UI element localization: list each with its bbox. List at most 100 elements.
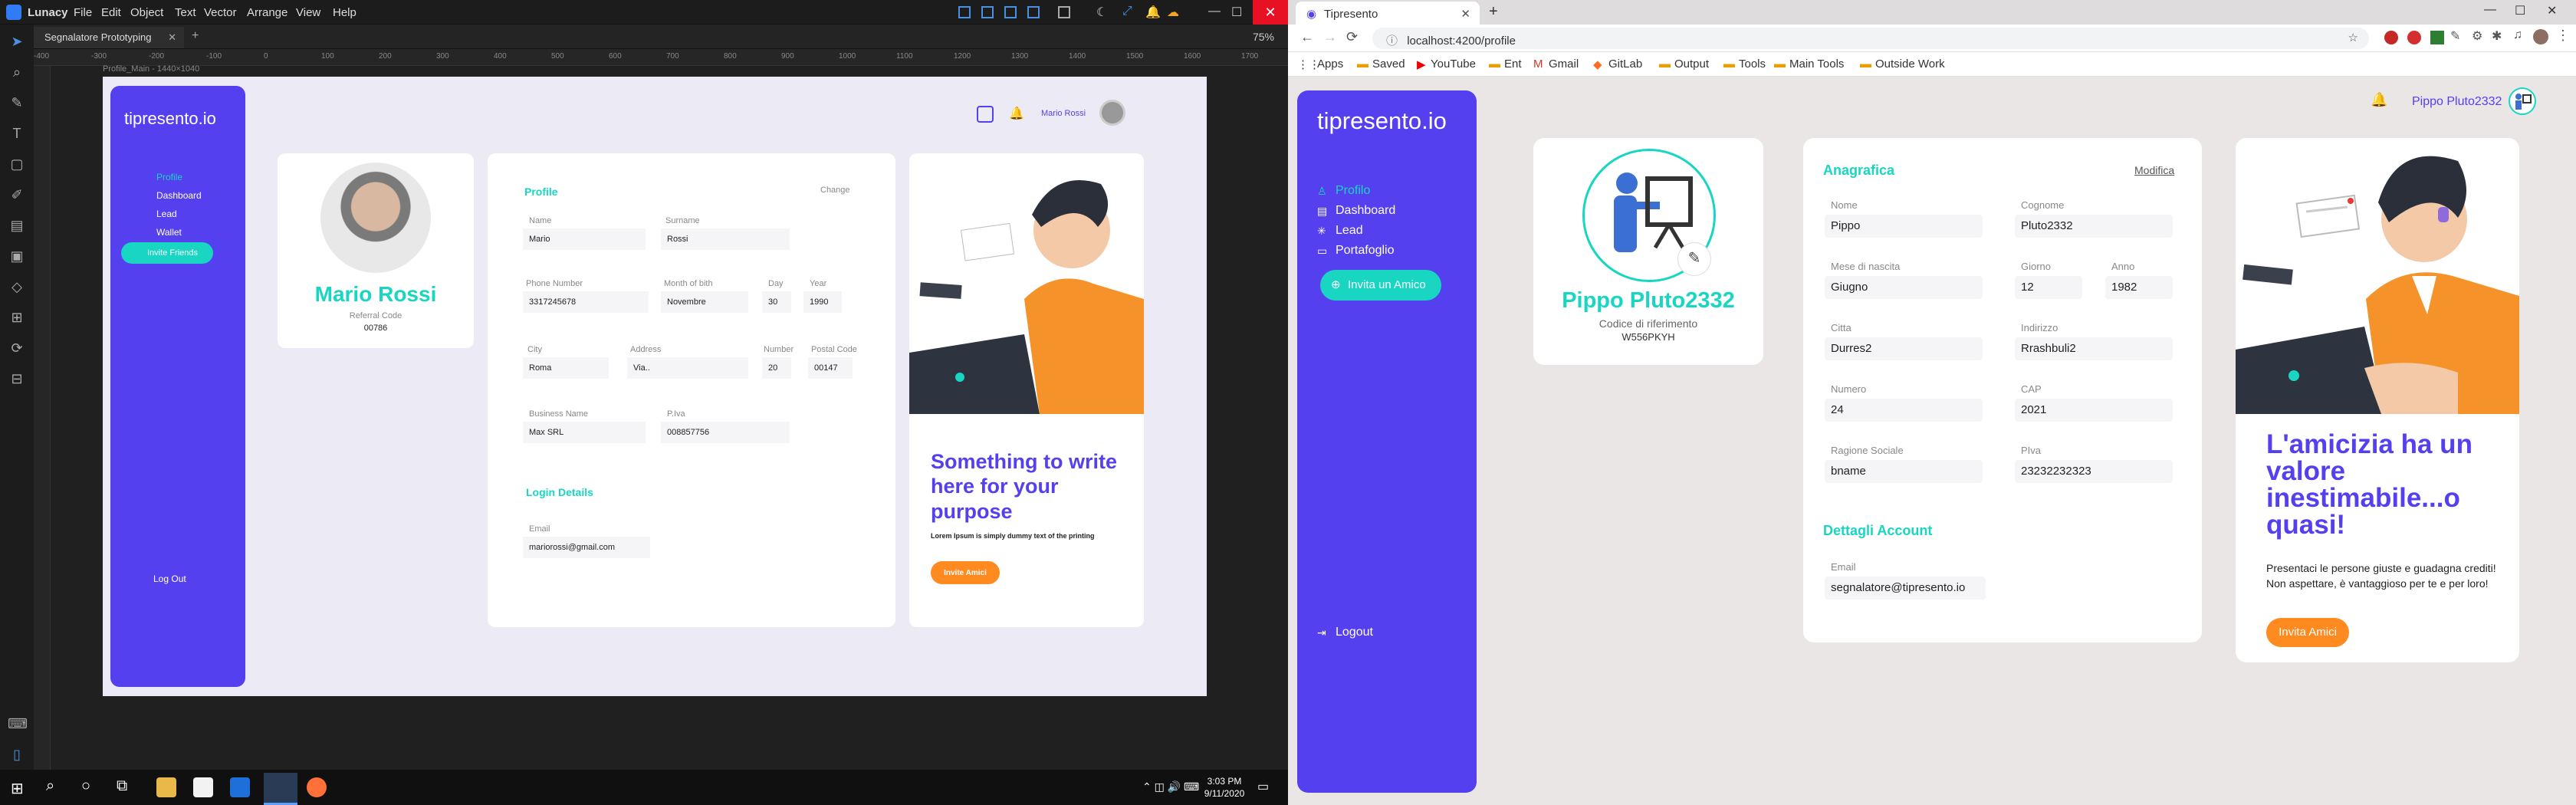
grid-tool-icon[interactable]: ⊟: [8, 370, 26, 388]
select-tool-icon[interactable]: ➤: [8, 32, 26, 51]
share-icon[interactable]: ⤢: [1122, 5, 1132, 18]
bookmark-star-icon[interactable]: ☆: [2348, 31, 2358, 44]
cortana-icon[interactable]: ○: [81, 777, 90, 795]
vector-tool-icon[interactable]: ✐: [8, 186, 26, 204]
extensions-puzzle-icon[interactable]: ✱: [2492, 28, 2502, 44]
clock-time[interactable]: 3:03 PM: [1198, 776, 1251, 787]
bookmark-gmail[interactable]: Gmail: [1549, 58, 1579, 71]
extension-pen-icon[interactable]: ✎: [2450, 28, 2460, 44]
media-icon[interactable]: ♫: [2513, 28, 2522, 42]
bookmark-saved[interactable]: Saved: [1372, 58, 1405, 71]
extension-red-icon[interactable]: [2407, 31, 2421, 44]
email-field[interactable]: segnalatore@tipresento.io: [1825, 577, 1986, 600]
extension-settings-icon[interactable]: ⚙: [2472, 28, 2482, 44]
modifica-link[interactable]: Modifica: [2134, 164, 2174, 176]
nome-field[interactable]: Pippo: [1825, 215, 1983, 238]
menu-text[interactable]: Text: [175, 6, 196, 19]
panel-toggle-icon[interactable]: ▯: [8, 745, 26, 764]
notification-icon[interactable]: 🔔: [1145, 5, 1161, 20]
new-tab-icon[interactable]: +: [1489, 3, 1498, 21]
clock-date[interactable]: 9/11/2020: [1198, 788, 1251, 799]
header-avatar[interactable]: [2509, 87, 2536, 115]
edit-avatar-button[interactable]: ✎: [1677, 242, 1711, 276]
image-tool-icon[interactable]: ▣: [8, 247, 26, 265]
menu-object[interactable]: Object: [130, 6, 163, 19]
invite-friend-button[interactable]: ⊕ Invita un Amico: [1320, 270, 1441, 301]
indirizzo-field[interactable]: Rrashbuli2: [2015, 337, 2173, 360]
store-icon[interactable]: [193, 777, 213, 797]
zoom-tool-icon[interactable]: ⌕: [8, 63, 26, 81]
mese-field[interactable]: Giugno: [1825, 276, 1983, 299]
citta-field[interactable]: Durres2: [1825, 337, 1983, 360]
rectangle-tool-icon[interactable]: ▢: [8, 155, 26, 173]
cap-field[interactable]: 2021: [2015, 399, 2173, 422]
close-tab-icon[interactable]: ✕: [168, 31, 176, 44]
sidebar-item-logout[interactable]: ⇥ Logout: [1317, 626, 1373, 639]
menu-kebab-icon[interactable]: ⋮: [2556, 28, 2570, 44]
minimize-icon[interactable]: —: [1208, 5, 1221, 18]
sidebar-item-portafoglio[interactable]: ▭ Portafoglio: [1317, 244, 1395, 258]
layer-tool-icon[interactable]: ▤: [8, 216, 26, 235]
text-tool-icon[interactable]: T: [8, 124, 26, 143]
maximize-icon[interactable]: ☐: [2515, 3, 2525, 18]
profile-avatar[interactable]: [2533, 29, 2548, 44]
flip-icon[interactable]: [1004, 6, 1017, 18]
sync-tool-icon[interactable]: ⟳: [8, 339, 26, 357]
grid-icon[interactable]: [1058, 6, 1070, 18]
menu-help[interactable]: Help: [333, 6, 356, 19]
close-tab-icon[interactable]: ✕: [1460, 7, 1470, 21]
cognome-field[interactable]: Pluto2332: [2015, 215, 2173, 238]
menu-vector[interactable]: Vector: [204, 6, 237, 19]
search-icon[interactable]: ⌕: [46, 777, 54, 795]
bookmark-gitlab[interactable]: GitLab: [1608, 58, 1642, 71]
header-user-name[interactable]: Pippo Pluto2332: [2412, 95, 2502, 109]
bookmark-youtube[interactable]: YouTube: [1431, 58, 1476, 71]
bookmark-tools[interactable]: Tools: [1739, 58, 1766, 71]
cloud-icon[interactable]: ☁: [1167, 5, 1179, 20]
extension-adblock-icon[interactable]: [2384, 31, 2398, 44]
mail-icon[interactable]: [230, 777, 250, 797]
forward-icon[interactable]: →: [1323, 29, 1337, 45]
browser-tab[interactable]: ◉ Tipresento ✕: [1296, 2, 1480, 25]
invite-friends-button[interactable]: Invita Amici: [2266, 618, 2349, 647]
action-center-icon[interactable]: ▭: [1257, 779, 1269, 794]
minimize-icon[interactable]: —: [2484, 3, 2496, 17]
mask-icon[interactable]: [1027, 6, 1040, 18]
maximize-icon[interactable]: ☐: [1231, 5, 1242, 20]
back-icon[interactable]: ←: [1300, 29, 1314, 45]
bookmark-output[interactable]: Output: [1674, 58, 1709, 71]
system-tray-icons[interactable]: ⌃ ◫ 🔊 ⌨: [1142, 780, 1199, 794]
firefox-icon[interactable]: [307, 777, 327, 797]
sidebar-item-dashboard[interactable]: ▤ Dashboard: [1317, 204, 1395, 218]
lunacy-taskbar-icon[interactable]: [264, 773, 297, 805]
document-tab[interactable]: Segnalatore Prototyping ✕: [34, 27, 184, 48]
new-tab-icon[interactable]: +: [192, 29, 199, 43]
component-tool-icon[interactable]: ◇: [8, 278, 26, 296]
pen-tool-icon[interactable]: ✎: [8, 94, 26, 112]
anno-field[interactable]: 1982: [2105, 276, 2173, 299]
keyboard-icon[interactable]: ⌨: [8, 715, 28, 733]
file-explorer-icon[interactable]: [156, 777, 176, 797]
bookmark-main-tools[interactable]: Main Tools: [1789, 58, 1844, 71]
reload-icon[interactable]: ⟳: [1346, 29, 1358, 45]
extension-green-icon[interactable]: [2430, 31, 2444, 44]
design-canvas[interactable]: Profile_Main - 1440×1040 tipresento.io P…: [51, 64, 1288, 770]
close-window-button[interactable]: ✕: [1253, 0, 1288, 25]
notification-bell-icon[interactable]: 🔔: [2371, 92, 2387, 108]
menu-edit[interactable]: Edit: [101, 6, 121, 19]
align-icon[interactable]: [958, 6, 971, 18]
distribute-icon[interactable]: [981, 6, 994, 18]
app-logo[interactable]: tipresento.io: [1317, 107, 1447, 135]
sidebar-item-profilo[interactable]: ♙ Profilo: [1317, 184, 1370, 198]
address-bar[interactable]: ⓘ localhost:4200/profile ☆: [1372, 28, 2369, 49]
bookmark-apps[interactable]: Apps: [1317, 58, 1343, 71]
artboard[interactable]: tipresento.io Profile Dashboard Lead Wal…: [103, 77, 1207, 696]
menu-arrange[interactable]: Arrange: [247, 6, 288, 19]
windows-start-icon[interactable]: ⊞: [11, 779, 24, 798]
task-view-icon[interactable]: ⧉: [117, 777, 127, 795]
moon-icon[interactable]: ☾: [1096, 5, 1107, 20]
info-icon[interactable]: ⓘ: [1386, 34, 1398, 48]
numero-field[interactable]: 24: [1825, 399, 1983, 422]
frame-tool-icon[interactable]: ⊞: [8, 308, 26, 327]
menu-file[interactable]: File: [74, 6, 92, 19]
